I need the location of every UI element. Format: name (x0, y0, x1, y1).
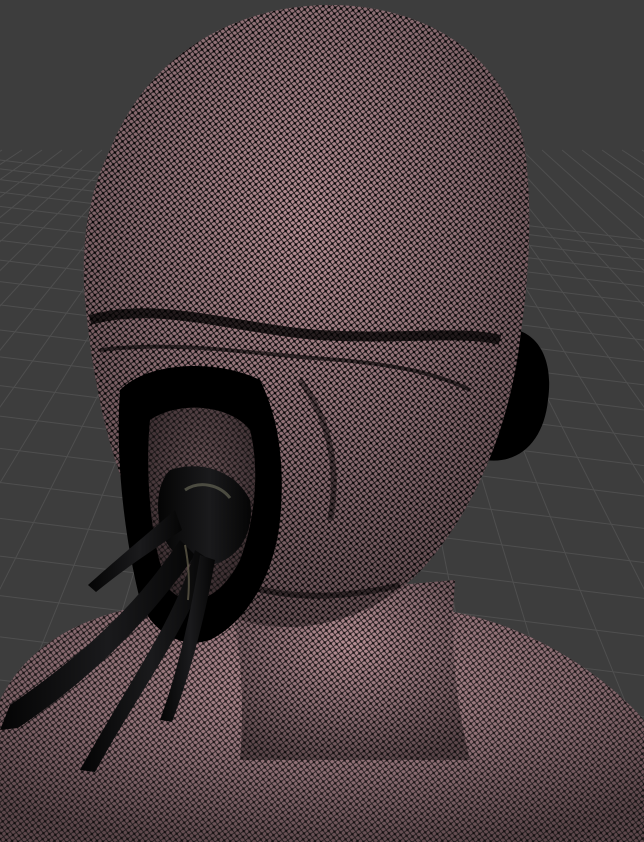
3d-viewport[interactable] (0, 0, 644, 842)
viewport-canvas[interactable] (0, 0, 644, 842)
